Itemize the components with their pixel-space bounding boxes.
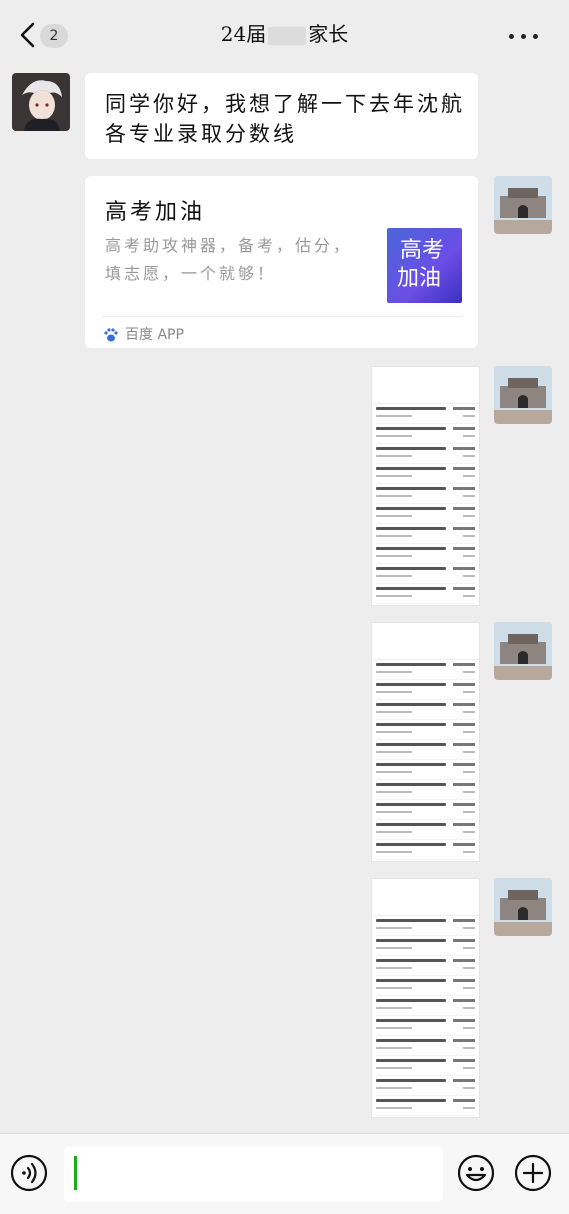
my-avatar[interactable] [494, 878, 552, 936]
card-description: 高考助攻神器，备考，估分，填志愿，一个就够！ [105, 236, 353, 283]
chat-title: 24届 家长 [0, 18, 569, 47]
card-title: 高考加油 [105, 200, 206, 225]
plus-icon[interactable] [514, 1154, 552, 1192]
card-source: 百度 APP [103, 324, 184, 344]
my-avatar[interactable] [494, 176, 552, 234]
image-message-screenshot[interactable] [371, 878, 480, 1118]
card-source-label: 百度 APP [125, 327, 184, 343]
thumb-text-2: 加油 [397, 266, 442, 291]
redacted-name [268, 26, 307, 45]
my-avatar[interactable] [494, 622, 552, 680]
more-icon[interactable] [509, 34, 541, 40]
card-thumbnail: 高考 加油 [387, 228, 462, 303]
chat-title-prefix: 24届 [220, 22, 267, 46]
thumb-text-1: 高考 [400, 238, 445, 263]
card-divider [101, 316, 462, 317]
top-bar: 2 24届 家长 [0, 0, 569, 70]
contact-avatar[interactable] [12, 73, 70, 131]
input-bar [0, 1133, 569, 1214]
baidu-paw-icon [104, 328, 118, 342]
my-avatar[interactable] [494, 366, 552, 424]
share-card[interactable]: 高考加油 高考助攻神器，备考，估分，填志愿，一个就够！ 高考 加油 百度 APP [85, 176, 478, 348]
message-input[interactable] [64, 1146, 443, 1202]
voice-icon[interactable] [10, 1154, 48, 1192]
image-message-screenshot[interactable] [371, 622, 480, 862]
message-text: 同学你好，我想了解一下去年沈航各专业录取分数线 [105, 92, 465, 146]
emoji-icon[interactable] [457, 1154, 495, 1192]
chat-title-suffix: 家长 [308, 22, 349, 46]
text-caret [74, 1156, 77, 1190]
image-message-screenshot[interactable] [371, 366, 480, 606]
message-bubble-incoming[interactable]: 同学你好，我想了解一下去年沈航各专业录取分数线 [85, 73, 478, 159]
